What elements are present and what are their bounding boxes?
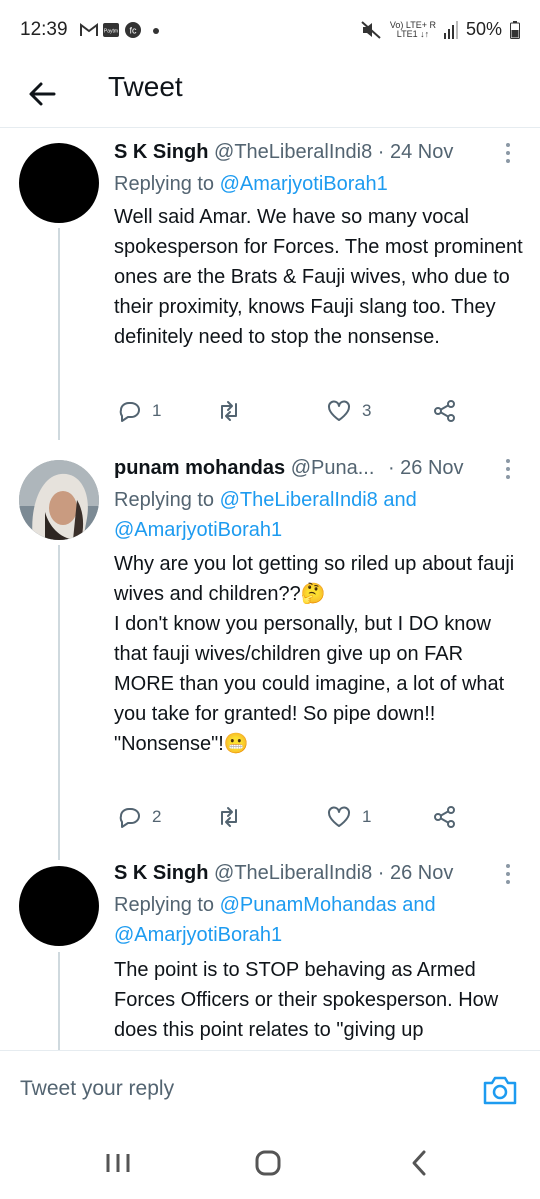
like-count: 3 [362,401,372,420]
tweet-header: S K Singh @TheLiberalIndi8 · 24 Nov [114,141,453,164]
more-options-icon[interactable] [498,457,518,481]
reply-button[interactable]: 2 [116,802,161,832]
more-options-icon[interactable] [498,141,518,165]
like-count: 1 [362,807,372,826]
gmail-icon [80,23,98,36]
share-icon [434,806,455,828]
camera-icon[interactable] [482,1073,518,1107]
top-bar: Tweet [0,60,540,128]
retweet-icon [221,401,237,421]
share-button[interactable] [432,396,458,426]
notification-dot-icon [153,28,159,34]
reply-count: 1 [152,401,162,420]
recent-apps-icon[interactable] [98,1148,138,1178]
status-bar: 12:39 Paytm fc Vo) LTE+ R LTE1 ↓↑ 50% [0,0,540,60]
signal-icon [443,20,458,39]
tweet-date[interactable]: · 24 Nov [378,141,454,163]
avatar[interactable] [19,866,99,946]
system-nav-bar [0,1130,540,1199]
heart-icon [328,400,350,421]
battery-icon [510,20,520,39]
tweet-date[interactable]: · 26 Nov [378,862,454,884]
tweet-text: Why are you lot getting so riled up abou… [114,553,515,755]
avatar[interactable] [19,143,99,223]
share-button[interactable] [432,802,458,832]
reply-bar: Tweet your reply [0,1050,540,1130]
mention-link[interactable]: @AmarjyotiBorah1 [114,924,282,946]
more-options-icon[interactable] [498,862,518,886]
replying-to: Replying to @TheLiberalIndi8 and @Amarjy… [114,489,417,541]
svg-text:Paytm: Paytm [104,29,118,35]
author-handle[interactable]: @Puna... [291,457,375,479]
retweet-button[interactable] [216,396,252,426]
back-arrow-icon[interactable] [22,74,62,114]
status-time: 12:39 [20,19,68,40]
thread-line [58,228,60,440]
status-right: Vo) LTE+ R LTE1 ↓↑ 50% [360,19,520,40]
heart-icon [328,806,350,827]
mention-link[interactable]: @AmarjyotiBorah1 [114,519,282,541]
tweet-actions: 1 3 [114,396,514,426]
tweet-text: The point is to STOP behaving as Armed F… [114,959,499,1041]
author-name[interactable]: punam mohandas [114,457,285,479]
retweet-icon [221,807,237,827]
page-title: Tweet [108,71,183,102]
reply-button[interactable]: 1 [116,396,161,426]
tweet-actions: 2 1 [114,802,514,832]
reply-count: 2 [152,807,162,826]
share-icon [434,400,455,422]
fc-icon: fc [125,22,141,38]
tweet-date[interactable]: · 26 Nov [388,457,464,479]
mention-link[interactable]: @AmarjyotiBorah1 [220,173,388,195]
like-button[interactable]: 3 [326,396,371,426]
replying-to: Replying to @PunamMohandas and @Amarjyot… [114,894,436,946]
paytm-icon: Paytm [103,23,119,37]
network-info: Vo) LTE+ R LTE1 ↓↑ [389,19,436,39]
author-name[interactable]: S K Singh [114,862,208,884]
thread-line [58,952,60,1052]
replying-to: Replying to @AmarjyotiBorah1 [114,173,388,195]
mute-icon [361,20,381,39]
home-icon[interactable] [248,1148,288,1178]
mention-link[interactable]: @PunamMohandas [220,894,397,916]
retweet-button[interactable] [216,802,252,832]
like-button[interactable]: 1 [326,802,371,832]
reply-icon [119,402,140,422]
author-name[interactable]: S K Singh [114,141,208,163]
author-handle[interactable]: @TheLiberalIndi8 [214,141,372,163]
thread-line [58,545,60,860]
battery-percent: 50% [465,19,502,39]
tweet-header: S K Singh @TheLiberalIndi8 · 26 Nov [114,862,453,885]
mention-link[interactable]: @TheLiberalIndi8 [220,489,378,511]
svg-text:fc: fc [129,26,137,36]
tweet-header: punam mohandas @Puna... · 26 Nov [114,457,464,480]
reply-icon [119,808,140,828]
author-handle[interactable]: @TheLiberalIndi8 [214,862,372,884]
tweet-text: Well said Amar. We have so many vocal sp… [114,206,523,348]
avatar[interactable] [19,460,99,540]
profile-photo [19,460,99,540]
back-nav-icon[interactable] [400,1148,440,1178]
reply-input[interactable]: Tweet your reply [20,1077,174,1101]
